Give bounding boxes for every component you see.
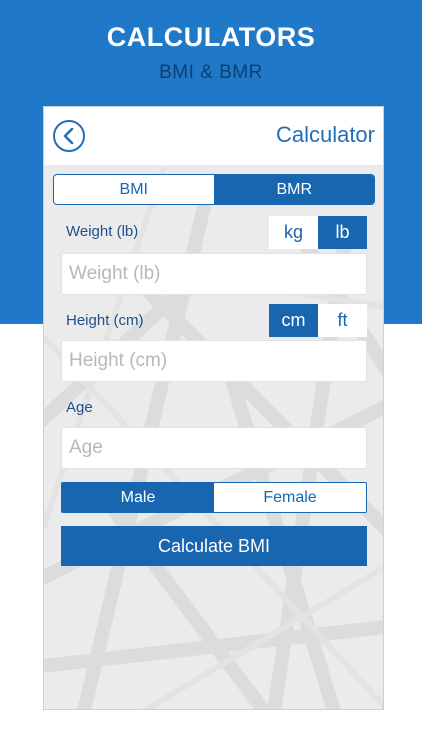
mode-switch: BMI BMR <box>53 174 375 205</box>
tab-bmi[interactable]: BMI <box>54 175 215 204</box>
gender-switch: Male Female <box>61 482 367 513</box>
app-bar: Calculator <box>44 107 383 165</box>
weight-input[interactable] <box>61 253 367 295</box>
weight-unit-switch: kg lb <box>269 216 367 249</box>
unit-lb-button[interactable]: lb <box>318 216 367 249</box>
chevron-left-icon <box>63 128 74 144</box>
hero-subtitle: BMI & BMR <box>159 62 263 83</box>
unit-ft-button[interactable]: ft <box>318 304 367 337</box>
calculate-button[interactable]: Calculate BMI <box>61 526 367 566</box>
age-label: Age <box>66 399 93 416</box>
weight-label: Weight (lb) <box>66 223 139 240</box>
gender-female-button[interactable]: Female <box>214 483 366 512</box>
age-input[interactable] <box>61 427 367 469</box>
tab-bmr[interactable]: BMR <box>214 175 374 204</box>
calculator-screen: Calculator BMI BMR Weight (lb) kg lb Hei… <box>43 106 384 710</box>
height-input[interactable] <box>61 340 367 382</box>
height-unit-switch: cm ft <box>269 304 367 337</box>
hero-title: CALCULATORS <box>106 22 316 52</box>
back-button[interactable] <box>53 120 85 152</box>
gender-male-button[interactable]: Male <box>62 483 214 512</box>
unit-kg-button[interactable]: kg <box>269 216 318 249</box>
page-title: Calculator <box>275 122 375 147</box>
height-label: Height (cm) <box>66 312 144 329</box>
unit-cm-button[interactable]: cm <box>269 304 318 337</box>
